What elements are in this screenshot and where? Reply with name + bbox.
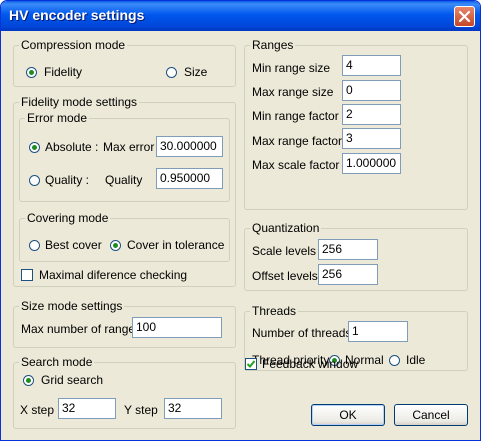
max-ranges-label: Max number of ranges [21,322,142,336]
max-error-input[interactable]: 30.000000 [156,136,223,157]
size-mode-settings-group: Size mode settings Max number of ranges … [13,299,236,348]
x-step-input[interactable]: 32 [58,398,116,419]
fidelity-mode-settings-group: Fidelity mode settings Error mode Absolu… [13,95,236,287]
max-scale-factor-label: Max scale factor [252,158,340,172]
min-range-factor-input[interactable]: 2 [342,104,401,125]
cover-in-tolerance-radio[interactable] [110,240,121,251]
feedback-window-checkbox[interactable] [245,358,257,370]
min-range-size-label: Min range size [252,61,331,75]
window-title: HV encoder settings [9,7,145,23]
fidelity-label[interactable]: Fidelity [44,65,82,79]
dialog-window: HV encoder settings Compression mode Fid… [0,0,481,441]
offset-levels-label: Offset levels [252,269,318,283]
size-mode-settings-label: Size mode settings [19,299,125,313]
idle-priority-label[interactable]: Idle [406,353,425,367]
covering-mode-group: Covering mode Best cover Cover in tolera… [19,211,230,262]
max-range-size-input[interactable]: 0 [342,80,401,101]
maximal-difference-checkbox[interactable] [21,269,33,281]
title-bar[interactable]: HV encoder settings [1,1,480,31]
quality-input[interactable]: 0.950000 [156,168,223,189]
idle-priority-radio[interactable] [389,355,400,366]
fidelity-mode-settings-label: Fidelity mode settings [19,95,140,109]
absolute-radio[interactable] [29,142,40,153]
covering-mode-label: Covering mode [25,211,111,225]
number-of-threads-input[interactable]: 1 [348,321,408,342]
ranges-label: Ranges [250,38,296,52]
ok-button[interactable]: OK [311,404,385,426]
scale-levels-label: Scale levels [252,244,317,258]
feedback-window-label[interactable]: Feedback window [262,357,358,371]
quantization-group: Quantization Scale levels 256 Offset lev… [244,221,468,291]
size-label[interactable]: Size [184,65,207,79]
max-ranges-input[interactable]: 100 [132,317,222,338]
quality-radio[interactable] [29,175,40,186]
grid-search-radio[interactable] [23,375,34,386]
maximal-difference-label[interactable]: Maximal diference checking [39,268,187,282]
absolute-label[interactable]: Absolute : [45,140,98,154]
y-step-label: Y step [124,403,158,417]
offset-levels-input[interactable]: 256 [318,264,378,285]
search-mode-label: Search mode [19,355,95,369]
max-scale-factor-input[interactable]: 1.000000 [342,153,401,174]
best-cover-radio[interactable] [29,240,40,251]
compression-mode-group: Compression mode Fidelity Size [13,38,236,87]
y-step-input[interactable]: 32 [164,398,222,419]
x-step-label: X step [20,403,55,417]
max-range-size-label: Max range size [252,85,334,99]
size-radio[interactable] [166,67,177,78]
min-range-factor-label: Min range factor [252,109,339,123]
max-range-factor-input[interactable]: 3 [342,128,401,149]
error-mode-label: Error mode [25,111,90,125]
checkmark-icon [246,360,256,368]
min-range-size-input[interactable]: 4 [342,55,401,76]
quality-label: Quality [105,173,143,187]
quality-radio-label[interactable]: Quality : [45,173,89,187]
cancel-button[interactable]: Cancel [394,404,468,426]
best-cover-label[interactable]: Best cover [45,238,102,252]
dialog-client-area: Compression mode Fidelity Size Fidelity … [4,31,477,437]
cover-in-tolerance-label[interactable]: Cover in tolerance [127,238,224,252]
scale-levels-input[interactable]: 256 [318,239,378,260]
quantization-label: Quantization [250,221,322,235]
ranges-group: Ranges Min range size 4 Max range size 0… [244,38,468,210]
threads-label: Threads [250,304,299,318]
max-range-factor-label: Max range factor [252,134,343,148]
fidelity-radio[interactable] [26,67,37,78]
close-icon [458,10,471,23]
number-of-threads-label: Number of threads [252,326,352,340]
search-mode-group: Search mode Grid search X step 32 Y step… [13,355,236,429]
error-mode-group: Error mode Absolute : Max error 30.00000… [19,111,230,202]
close-button[interactable] [454,6,475,27]
grid-search-label[interactable]: Grid search [41,373,103,387]
compression-mode-label: Compression mode [19,38,128,52]
max-error-label: Max error [103,140,155,154]
